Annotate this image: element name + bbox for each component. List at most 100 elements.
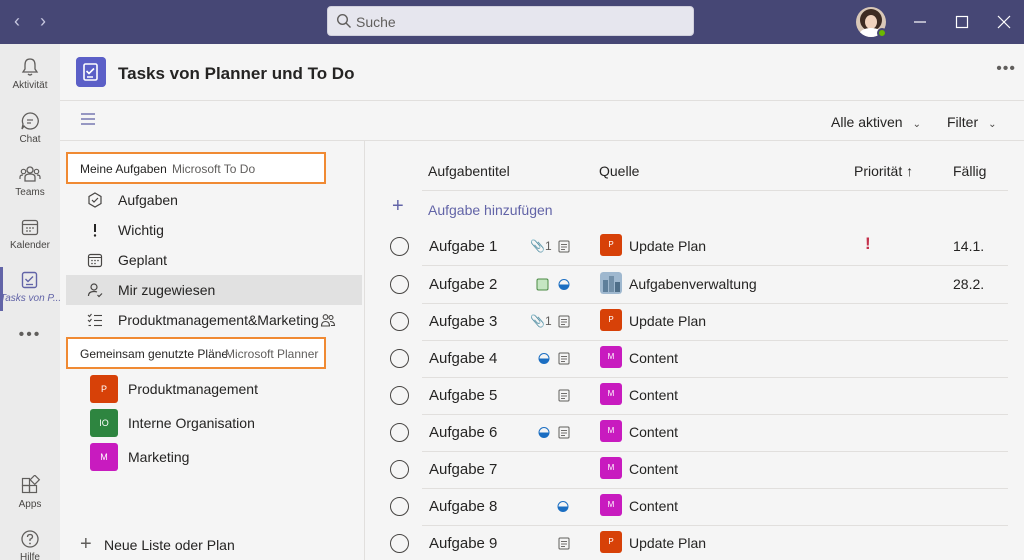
rail-item-apps[interactable]: Apps: [0, 469, 60, 521]
app-rail: Aktivität Chat Teams Kalender Tasks von …: [0, 44, 60, 560]
table-row[interactable]: Aufgabe 4 M Content: [366, 341, 1024, 378]
table-row[interactable]: Aufgabe 8 M Content: [366, 489, 1024, 526]
section-shared-plans: Gemeinsam genutzte Pläne Microsoft Plann…: [66, 337, 326, 369]
task-name: Aufgabe 4: [429, 350, 498, 367]
paperclip-icon: 📎: [530, 239, 545, 253]
nav-item-wichtig[interactable]: Wichtig: [66, 215, 362, 245]
hamburger-menu-icon[interactable]: [81, 113, 95, 125]
table-row[interactable]: Aufgabe 1 📎1 P Update Plan ! 14.1.: [366, 229, 1024, 266]
source-label: Update Plan: [629, 238, 707, 254]
section-source: Microsoft Planner: [225, 347, 319, 361]
plan-item-produktmanagement[interactable]: P Produktmanagement: [90, 375, 360, 405]
section-source: Microsoft To Do: [172, 162, 256, 176]
filter-label: Filter: [947, 114, 979, 130]
nav-item-label: Geplant: [118, 252, 168, 268]
complete-checkbox[interactable]: [390, 349, 409, 368]
nav-item-mir-zugewiesen[interactable]: Mir zugewiesen: [66, 275, 362, 305]
source-badge: P: [600, 531, 622, 553]
source-badge: P: [600, 309, 622, 331]
search-input[interactable]: Suche: [327, 6, 694, 36]
nav-item-label: Aufgaben: [118, 192, 178, 208]
table-row[interactable]: Aufgabe 6 M Content: [366, 415, 1024, 452]
plus-icon: +: [392, 195, 404, 217]
chevron-down-icon: ⌄: [988, 119, 997, 130]
column-header-source[interactable]: Quelle: [599, 163, 639, 179]
progress-half-icon: [538, 353, 550, 364]
attachment-count: 📎1: [530, 314, 552, 328]
help-icon: [21, 530, 39, 548]
nav-item-produktmanagement-marketing[interactable]: Produktmanagement&Marketing: [66, 305, 362, 335]
calendar-icon: [21, 219, 39, 236]
active-filter-dropdown[interactable]: Alle aktiven ⌄: [831, 114, 921, 130]
task-name: Aufgabe 7: [429, 461, 498, 478]
close-icon[interactable]: [993, 11, 1015, 33]
complete-checkbox[interactable]: [390, 497, 409, 516]
table-row[interactable]: Aufgabe 7 M Content: [366, 452, 1024, 489]
source-label: Content: [629, 387, 679, 403]
more-options-icon[interactable]: •••: [996, 60, 1016, 78]
paperclip-icon: 📎: [530, 314, 545, 328]
rail-item-chat[interactable]: Chat: [0, 104, 60, 156]
minimize-icon[interactable]: [909, 11, 931, 33]
tasks-app-icon: [76, 57, 106, 87]
rail-item-kalender[interactable]: Kalender: [0, 210, 60, 262]
maximize-icon[interactable]: [951, 11, 973, 33]
note-icon: [558, 352, 570, 365]
presence-available-icon: [877, 28, 887, 38]
nav-item-label: Mir zugewiesen: [118, 282, 216, 298]
tasks-icon: [21, 271, 38, 289]
complete-checkbox[interactable]: [390, 386, 409, 405]
source-badge: P: [600, 234, 622, 256]
rail-item-teams[interactable]: Teams: [0, 157, 60, 209]
check-circle-icon: [88, 192, 102, 208]
complete-checkbox[interactable]: [390, 423, 409, 442]
source-badge: M: [600, 494, 622, 516]
nav-item-aufgaben[interactable]: Aufgaben: [66, 185, 362, 215]
note-icon: [558, 389, 570, 402]
task-name: Aufgabe 3: [429, 313, 498, 330]
table-row[interactable]: Aufgabe 9 P Update Plan: [366, 526, 1024, 560]
table-row[interactable]: Aufgabe 3 📎1 P Update Plan: [366, 304, 1024, 341]
back-icon[interactable]: ‹: [6, 10, 28, 32]
apps-icon: [21, 475, 41, 494]
rail-label: Tasks von P...: [0, 293, 60, 304]
column-header-title[interactable]: Aufgabentitel: [428, 163, 510, 179]
nav-item-label: Wichtig: [118, 222, 164, 238]
rail-item-hilfe[interactable]: Hilfe: [0, 522, 60, 560]
assigned-person-icon: [87, 283, 103, 298]
filter-dropdown[interactable]: Filter ⌄: [947, 114, 997, 130]
source-label: Content: [629, 498, 679, 514]
section-title: Meine Aufgaben: [80, 162, 167, 176]
task-name: Aufgabe 6: [429, 424, 498, 441]
column-header-due[interactable]: Fällig: [953, 163, 986, 179]
complete-checkbox[interactable]: [390, 534, 409, 553]
divider: [422, 190, 1008, 191]
rail-item-aktivitaet[interactable]: Aktivität: [0, 50, 60, 102]
label-square-icon: [536, 278, 549, 291]
complete-checkbox[interactable]: [390, 275, 409, 294]
complete-checkbox[interactable]: [390, 460, 409, 479]
new-list-label: Neue Liste oder Plan: [104, 537, 235, 553]
table-row[interactable]: Aufgabe 5 M Content: [366, 378, 1024, 415]
source-label: Content: [629, 424, 679, 440]
complete-checkbox[interactable]: [390, 312, 409, 331]
source-badge: M: [600, 346, 622, 368]
toolbar: Alle aktiven ⌄ Filter ⌄: [60, 101, 1024, 141]
add-task-label: Aufgabe hinzufügen: [428, 202, 553, 218]
plan-badge: M: [90, 443, 118, 471]
rail-more-icon[interactable]: •••: [0, 326, 60, 344]
priority-important-icon: !: [865, 234, 871, 253]
forward-icon[interactable]: ›: [32, 10, 54, 32]
source-badge: M: [600, 383, 622, 405]
column-header-priority[interactable]: Priorität ↑: [854, 163, 913, 179]
complete-checkbox[interactable]: [390, 237, 409, 256]
rail-item-tasks[interactable]: Tasks von P...: [0, 263, 60, 315]
plan-item-marketing[interactable]: M Marketing: [90, 443, 360, 473]
nav-item-geplant[interactable]: Geplant: [66, 245, 362, 275]
source-label: Aufgabenverwaltung: [629, 276, 757, 292]
plan-item-interne-organisation[interactable]: IO Interne Organisation: [90, 409, 360, 439]
section-my-tasks: Meine Aufgaben Microsoft To Do: [66, 152, 326, 184]
plan-badge: P: [90, 375, 118, 403]
note-icon: [558, 426, 570, 439]
table-row[interactable]: Aufgabe 2 Aufgabenverwaltung 28.2.: [366, 267, 1024, 304]
